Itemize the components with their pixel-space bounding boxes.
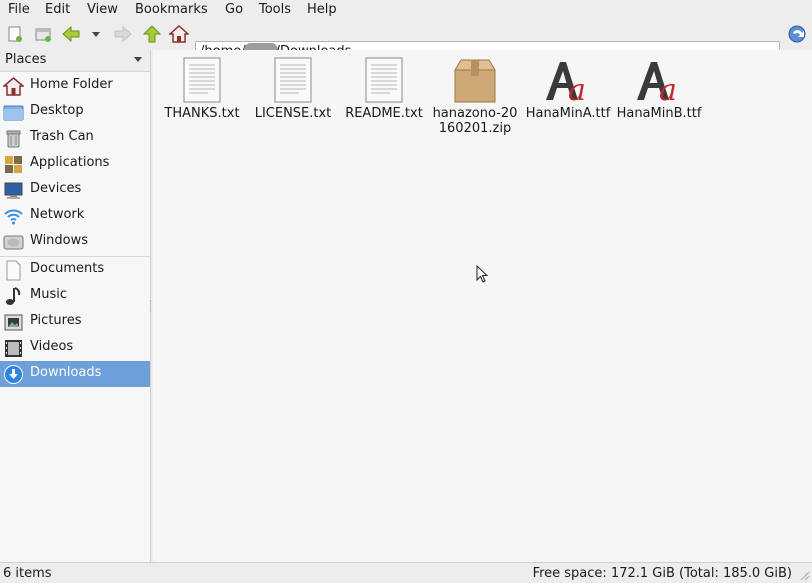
- menu-bookmarks[interactable]: Bookmarks: [131, 1, 212, 18]
- places-header[interactable]: Places: [0, 50, 150, 72]
- sidebar-item-applications[interactable]: Applications: [0, 151, 150, 177]
- new-tab-icon: [8, 26, 22, 42]
- mouse-pointer-icon: [476, 265, 488, 283]
- desktop-folder-icon: [3, 105, 24, 121]
- sidebar-item-videos[interactable]: Videos: [0, 335, 150, 361]
- sidebar-item-label: Network: [30, 207, 85, 222]
- history-dropdown-icon: [92, 32, 100, 37]
- text-file-icon: [269, 56, 317, 104]
- file-item-hanazono-zip[interactable]: hanazono-20160201.zip: [429, 50, 521, 136]
- file-name: HanaMinA.ttf: [525, 106, 611, 121]
- sidebar-item-network[interactable]: Network: [0, 203, 150, 229]
- pictures-icon: [4, 314, 23, 331]
- new-window-icon: [35, 28, 51, 42]
- toolbar: /home//Downloads: [0, 19, 812, 63]
- sidebar-item-home-folder[interactable]: Home Folder: [0, 73, 150, 99]
- text-file-icon: [360, 56, 408, 104]
- menubar: File Edit View Bookmarks Go Tools Help: [0, 0, 812, 19]
- document-icon: [6, 260, 21, 281]
- menu-help[interactable]: Help: [303, 1, 341, 18]
- file-name: LICENSE.txt: [254, 106, 332, 121]
- music-icon: [6, 287, 21, 305]
- sidebar-item-windows[interactable]: Windows: [0, 229, 150, 255]
- sidebar-item-trash-can[interactable]: Trash Can: [0, 125, 150, 151]
- file-item-license[interactable]: LICENSE.txt: [247, 50, 339, 121]
- computer-icon: [4, 182, 23, 199]
- forward-icon: [114, 25, 132, 43]
- places-sidebar: Places Home Folder Desktop Trash Can App…: [0, 50, 151, 562]
- file-item-hanamina[interactable]: a HanaMinA.ttf: [522, 50, 614, 121]
- file-item-thanks[interactable]: THANKS.txt: [156, 50, 248, 121]
- sidebar-item-label: Desktop: [30, 103, 84, 118]
- sidebar-item-label: Home Folder: [30, 77, 113, 92]
- archive-icon: [451, 56, 499, 104]
- home-icon: [3, 77, 24, 96]
- menu-file[interactable]: File: [4, 1, 34, 18]
- sidebar-item-label: Music: [30, 287, 67, 302]
- sidebar-item-label: Documents: [30, 261, 105, 276]
- sidebar-item-desktop[interactable]: Desktop: [0, 99, 150, 125]
- sidebar-item-music[interactable]: Music: [0, 283, 150, 309]
- sidebar-item-label: Pictures: [30, 313, 82, 328]
- menu-go[interactable]: Go: [221, 1, 247, 18]
- font-file-icon: a: [544, 56, 592, 108]
- menu-edit[interactable]: Edit: [41, 1, 74, 18]
- places-header-label: Places: [5, 52, 47, 67]
- downloads-icon: [4, 365, 23, 384]
- up-button[interactable]: [141, 23, 163, 45]
- file-name: README.txt: [345, 106, 423, 121]
- new-window-button[interactable]: [32, 23, 54, 45]
- file-name: hanazono-20160201.zip: [432, 106, 518, 136]
- home-button[interactable]: [168, 23, 190, 45]
- resize-grip-icon[interactable]: [798, 569, 810, 581]
- videos-icon: [5, 340, 22, 357]
- places-dropdown-icon[interactable]: [134, 57, 142, 62]
- sidebar-item-label: Videos: [30, 339, 74, 354]
- statusbar: 6 items Free space: 172.1 GiB (Total: 18…: [0, 562, 812, 583]
- sidebar-item-label: Devices: [30, 181, 82, 196]
- text-file-icon: [178, 56, 226, 104]
- file-view[interactable]: THANKS.txt LICENSE.txt README.txt hanazo…: [153, 50, 812, 562]
- history-dropdown[interactable]: [86, 23, 106, 45]
- new-tab-button[interactable]: [4, 23, 26, 45]
- font-file-icon: a: [635, 56, 683, 108]
- up-icon: [143, 25, 161, 43]
- back-icon: [62, 25, 80, 43]
- sidebar-item-downloads[interactable]: Downloads: [0, 361, 150, 387]
- sidebar-item-devices[interactable]: Devices: [0, 177, 150, 203]
- drive-icon: [3, 235, 24, 250]
- go-icon: [788, 25, 806, 43]
- trash-icon: [6, 130, 21, 148]
- sidebar-item-pictures[interactable]: Pictures: [0, 309, 150, 335]
- file-name: THANKS.txt: [164, 106, 240, 121]
- sidebar-item-documents[interactable]: Documents: [0, 257, 150, 283]
- sidebar-item-label: Applications: [30, 155, 110, 170]
- item-count: 6 items: [3, 566, 52, 581]
- file-name: HanaMinB.ttf: [616, 106, 702, 121]
- svg-text:a: a: [568, 73, 586, 104]
- sidebar-item-label: Downloads: [30, 365, 102, 380]
- network-icon: [4, 209, 23, 225]
- free-space: Free space: 172.1 GiB (Total: 185.0 GiB): [532, 566, 792, 581]
- home-icon: [169, 25, 189, 43]
- forward-button[interactable]: [112, 23, 134, 45]
- sidebar-item-label: Windows: [30, 233, 89, 248]
- file-item-readme[interactable]: README.txt: [338, 50, 430, 121]
- sidebar-item-label: Trash Can: [30, 129, 94, 144]
- file-item-hanaminb[interactable]: a HanaMinB.ttf: [613, 50, 705, 121]
- svg-text:a: a: [659, 73, 677, 104]
- go-button[interactable]: [786, 23, 808, 45]
- applications-icon: [5, 156, 22, 173]
- menu-tools[interactable]: Tools: [255, 1, 295, 18]
- back-button[interactable]: [60, 23, 82, 45]
- menu-view[interactable]: View: [83, 1, 122, 18]
